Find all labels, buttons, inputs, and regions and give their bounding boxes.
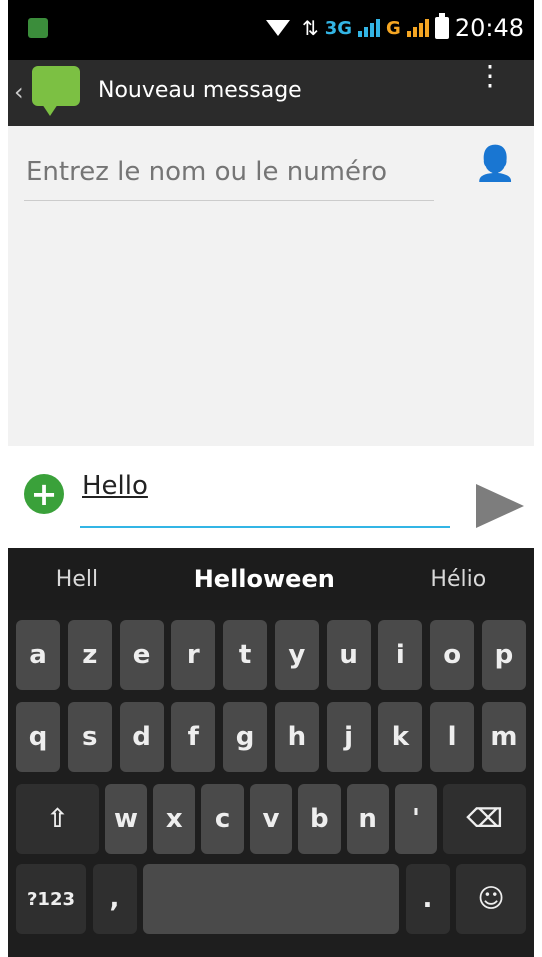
key-i[interactable]: i <box>378 620 423 690</box>
wifi-icon <box>265 20 290 36</box>
recipient-area: 👤 <box>8 126 534 446</box>
backspace-icon[interactable]: ⌫ <box>443 784 526 854</box>
back-chevron-icon[interactable]: ‹ <box>14 78 24 106</box>
key-m[interactable]: m <box>481 702 526 772</box>
status-right: ⇅ 3G G 20:48 <box>265 13 524 42</box>
key-p[interactable]: p <box>481 620 526 690</box>
suggestion-item-main[interactable]: Helloween <box>194 565 335 593</box>
keyboard-row-1: a z e r t y u i o p <box>8 620 534 690</box>
messaging-app-icon[interactable] <box>32 66 80 116</box>
suggestion-item[interactable]: Hell <box>56 567 98 592</box>
key-r[interactable]: r <box>171 620 216 690</box>
key-x[interactable]: x <box>153 784 196 854</box>
action-bar: ‹ Nouveau message ⋮ <box>8 60 534 126</box>
signal-bars-icon-2 <box>406 19 429 37</box>
recipient-input[interactable] <box>24 156 438 188</box>
keyboard-row-2: q s d f g h j k l m <box>8 702 534 772</box>
shift-icon[interactable]: ⇧ <box>16 784 99 854</box>
suggestion-strip: Hell Helloween Hélio <box>8 548 534 610</box>
network-type-3g: 3G <box>324 17 353 39</box>
key-b[interactable]: b <box>298 784 341 854</box>
phone-screen: ⇅ 3G G 20:48 ‹ Nouveau message ⋮ 👤 + <box>8 0 534 957</box>
battery-icon <box>434 13 449 39</box>
symbols-key[interactable]: ?123 <box>16 864 86 934</box>
key-apostrophe[interactable]: ' <box>394 784 438 854</box>
key-s[interactable]: s <box>67 702 112 772</box>
recipient-field-container <box>24 156 438 201</box>
app-notification-icon <box>28 18 48 38</box>
key-e[interactable]: e <box>119 620 164 690</box>
status-time: 20:48 <box>454 14 524 42</box>
key-c[interactable]: c <box>201 784 244 854</box>
key-period[interactable]: . <box>405 864 450 934</box>
data-transfer-icon: ⇅ <box>301 16 319 40</box>
signal-bars-icon <box>358 19 381 37</box>
spacebar[interactable] <box>143 864 399 934</box>
key-w[interactable]: w <box>104 784 148 854</box>
key-z[interactable]: z <box>67 620 112 690</box>
key-g[interactable]: g <box>223 702 268 772</box>
key-y[interactable]: y <box>274 620 319 690</box>
network-type-g: G <box>386 17 401 39</box>
add-contact-icon[interactable]: 👤 <box>474 144 516 184</box>
key-o[interactable]: o <box>430 620 475 690</box>
compose-area: + <box>8 446 534 548</box>
emoji-icon[interactable]: ☺ <box>456 864 526 934</box>
key-q[interactable]: q <box>16 702 60 772</box>
key-j[interactable]: j <box>326 702 371 772</box>
keyboard-row-4: ?123 , . ☺ <box>8 864 534 934</box>
key-v[interactable]: v <box>249 784 293 854</box>
send-icon[interactable] <box>476 484 524 528</box>
attach-plus-icon[interactable]: + <box>24 474 64 514</box>
key-h[interactable]: h <box>274 702 319 772</box>
key-n[interactable]: n <box>346 784 389 854</box>
status-bar: ⇅ 3G G 20:48 <box>8 0 534 60</box>
overflow-menu-icon[interactable]: ⋮ <box>476 62 504 90</box>
message-input[interactable] <box>80 470 454 502</box>
key-comma[interactable]: , <box>92 864 137 934</box>
suggestion-item[interactable]: Hélio <box>430 567 486 592</box>
key-t[interactable]: t <box>223 620 268 690</box>
keyboard-row-3: ⇧ w x c v b n ' ⌫ <box>8 784 534 854</box>
onscreen-keyboard: Hell Helloween Hélio a z e r t y u i o p… <box>8 548 534 957</box>
key-d[interactable]: d <box>119 702 164 772</box>
message-field-container <box>80 470 454 528</box>
key-a[interactable]: a <box>16 620 60 690</box>
key-u[interactable]: u <box>326 620 371 690</box>
action-bar-title: Nouveau message <box>98 78 302 103</box>
key-l[interactable]: l <box>430 702 475 772</box>
key-k[interactable]: k <box>378 702 423 772</box>
key-f[interactable]: f <box>171 702 216 772</box>
